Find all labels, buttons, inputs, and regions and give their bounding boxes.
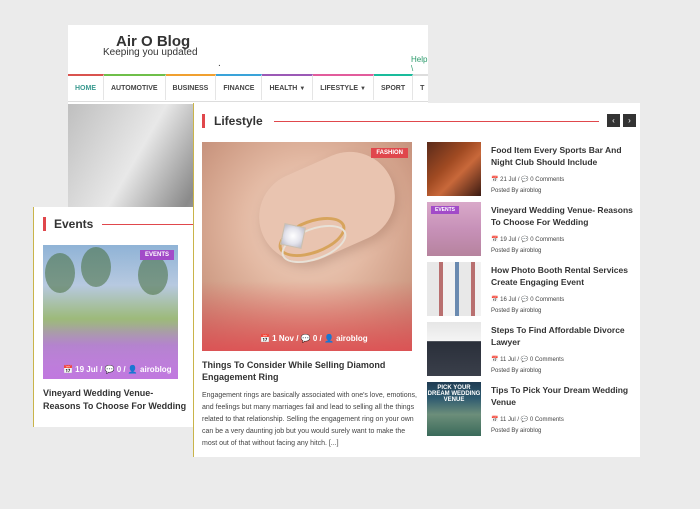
post-author: Posted By airoblog <box>491 188 542 194</box>
nav-lifestyle[interactable]: LIFESTYLE ▼ <box>313 74 374 100</box>
post-thumbnail[interactable] <box>427 322 481 376</box>
post-title[interactable]: How Photo Booth Rental Services Create E… <box>491 264 637 288</box>
finger-shape <box>244 142 410 277</box>
chevron-down-icon: ▼ <box>360 86 366 92</box>
post-title[interactable]: Food Item Every Sports Bar And Night Clu… <box>491 144 637 168</box>
nav-sport[interactable]: SPORT <box>373 74 414 100</box>
site-tagline: Keeping you updated <box>103 47 198 58</box>
featured-post-title[interactable]: Things To Consider While Selling Diamond… <box>202 359 412 383</box>
list-item[interactable]: Food Item Every Sports Bar And Night Clu… <box>427 142 637 198</box>
lifestyle-divider <box>274 121 599 122</box>
tree-shape <box>45 253 75 293</box>
nav-health-label: HEALTH <box>269 85 298 92</box>
lifestyle-widget: Lifestyle ‹ › FASHION 📅 1 Nov / 💬 0 / 👤 … <box>193 103 640 457</box>
featured-post-image[interactable]: FASHION 📅 1 Nov / 💬 0 / 👤 airoblog <box>202 142 412 351</box>
post-author: Posted By airoblog <box>491 368 542 374</box>
post-date: 📅 19 Jul / 💬 0 Comments <box>491 237 565 243</box>
nav-automotive[interactable]: AUTOMOTIVE <box>104 74 166 100</box>
events-heading: Events <box>43 217 93 231</box>
events-post-meta: 📅 19 Jul / 💬 0 / 👤 airoblog <box>63 365 172 374</box>
events-divider <box>102 224 196 225</box>
nav-more[interactable]: T <box>413 74 428 100</box>
post-title[interactable]: Vineyard Wedding Venue- Reasons To Choos… <box>491 204 637 228</box>
events-widget: Events EVENTS 📅 19 Jul / 💬 0 / 👤 airoblo… <box>33 207 196 427</box>
next-arrow-icon[interactable]: › <box>623 114 636 127</box>
post-thumbnail[interactable]: PICK YOUR DREAM WEDDING VENUE <box>427 382 481 436</box>
tree-shape <box>138 255 168 295</box>
post-date: 📅 21 Jul / 💬 0 Comments <box>491 177 565 183</box>
main-nav: HOME AUTOMOTIVE BUSINESS FINANCE HEALTH ▼… <box>68 74 428 102</box>
post-date: 📅 11 Jul / 💬 0 Comments <box>491 357 564 363</box>
nav-finance[interactable]: FINANCE <box>216 74 263 100</box>
list-item[interactable]: PICK YOUR DREAM WEDDING VENUE Tips To Pi… <box>427 382 637 438</box>
nav-business[interactable]: BUSINESS <box>165 74 217 100</box>
nav-home[interactable]: HOME <box>68 74 104 100</box>
list-item[interactable]: Steps To Find Affordable Divorce Lawyer … <box>427 322 637 378</box>
nav-health[interactable]: HEALTH ▼ <box>262 74 314 100</box>
list-item[interactable]: EVENTS Vineyard Wedding Venue- Reasons T… <box>427 202 637 258</box>
featured-post-excerpt: Engagement rings are basically associate… <box>202 392 417 447</box>
post-author: Posted By airoblog <box>491 428 542 434</box>
nav-lifestyle-label: LIFESTYLE <box>320 85 359 92</box>
tree-shape <box>81 247 111 287</box>
post-title[interactable]: Tips To Pick Your Dream Wedding Venue <box>491 384 637 408</box>
post-thumbnail[interactable]: EVENTS <box>427 202 481 256</box>
post-title[interactable]: Steps To Find Affordable Divorce Lawyer <box>491 324 637 348</box>
post-date: 📅 16 Jul / 💬 0 Comments <box>491 297 565 303</box>
post-thumbnail[interactable] <box>427 262 481 316</box>
post-author: Posted By airoblog <box>491 248 542 254</box>
site-dot: . <box>218 58 221 69</box>
post-author: Posted By airoblog <box>491 308 542 314</box>
post-date: 📅 11 Jul / 💬 0 Comments <box>491 417 564 423</box>
post-thumbnail[interactable] <box>427 142 481 196</box>
events-post-image[interactable]: EVENTS 📅 19 Jul / 💬 0 / 👤 airoblog <box>43 245 178 379</box>
list-item[interactable]: How Photo Booth Rental Services Create E… <box>427 262 637 318</box>
events-badge[interactable]: EVENTS <box>431 206 460 214</box>
events-badge[interactable]: EVENTS <box>139 250 174 260</box>
carousel-controls: ‹ › <box>607 114 636 127</box>
thumbnail-text: PICK YOUR DREAM WEDDING VENUE <box>427 385 481 403</box>
prev-arrow-icon[interactable]: ‹ <box>607 114 620 127</box>
chevron-down-icon: ▼ <box>299 86 306 92</box>
help-link[interactable]: Help \ <box>411 55 428 73</box>
featured-post-meta: 📅 1 Nov / 💬 0 / 👤 airoblog <box>260 334 368 343</box>
fashion-badge[interactable]: FASHION <box>371 148 408 158</box>
diamond-shape <box>279 222 307 250</box>
events-post-title[interactable]: Vineyard Wedding Venue- Reasons To Choos… <box>43 387 188 413</box>
lifestyle-heading: Lifestyle <box>202 114 263 128</box>
